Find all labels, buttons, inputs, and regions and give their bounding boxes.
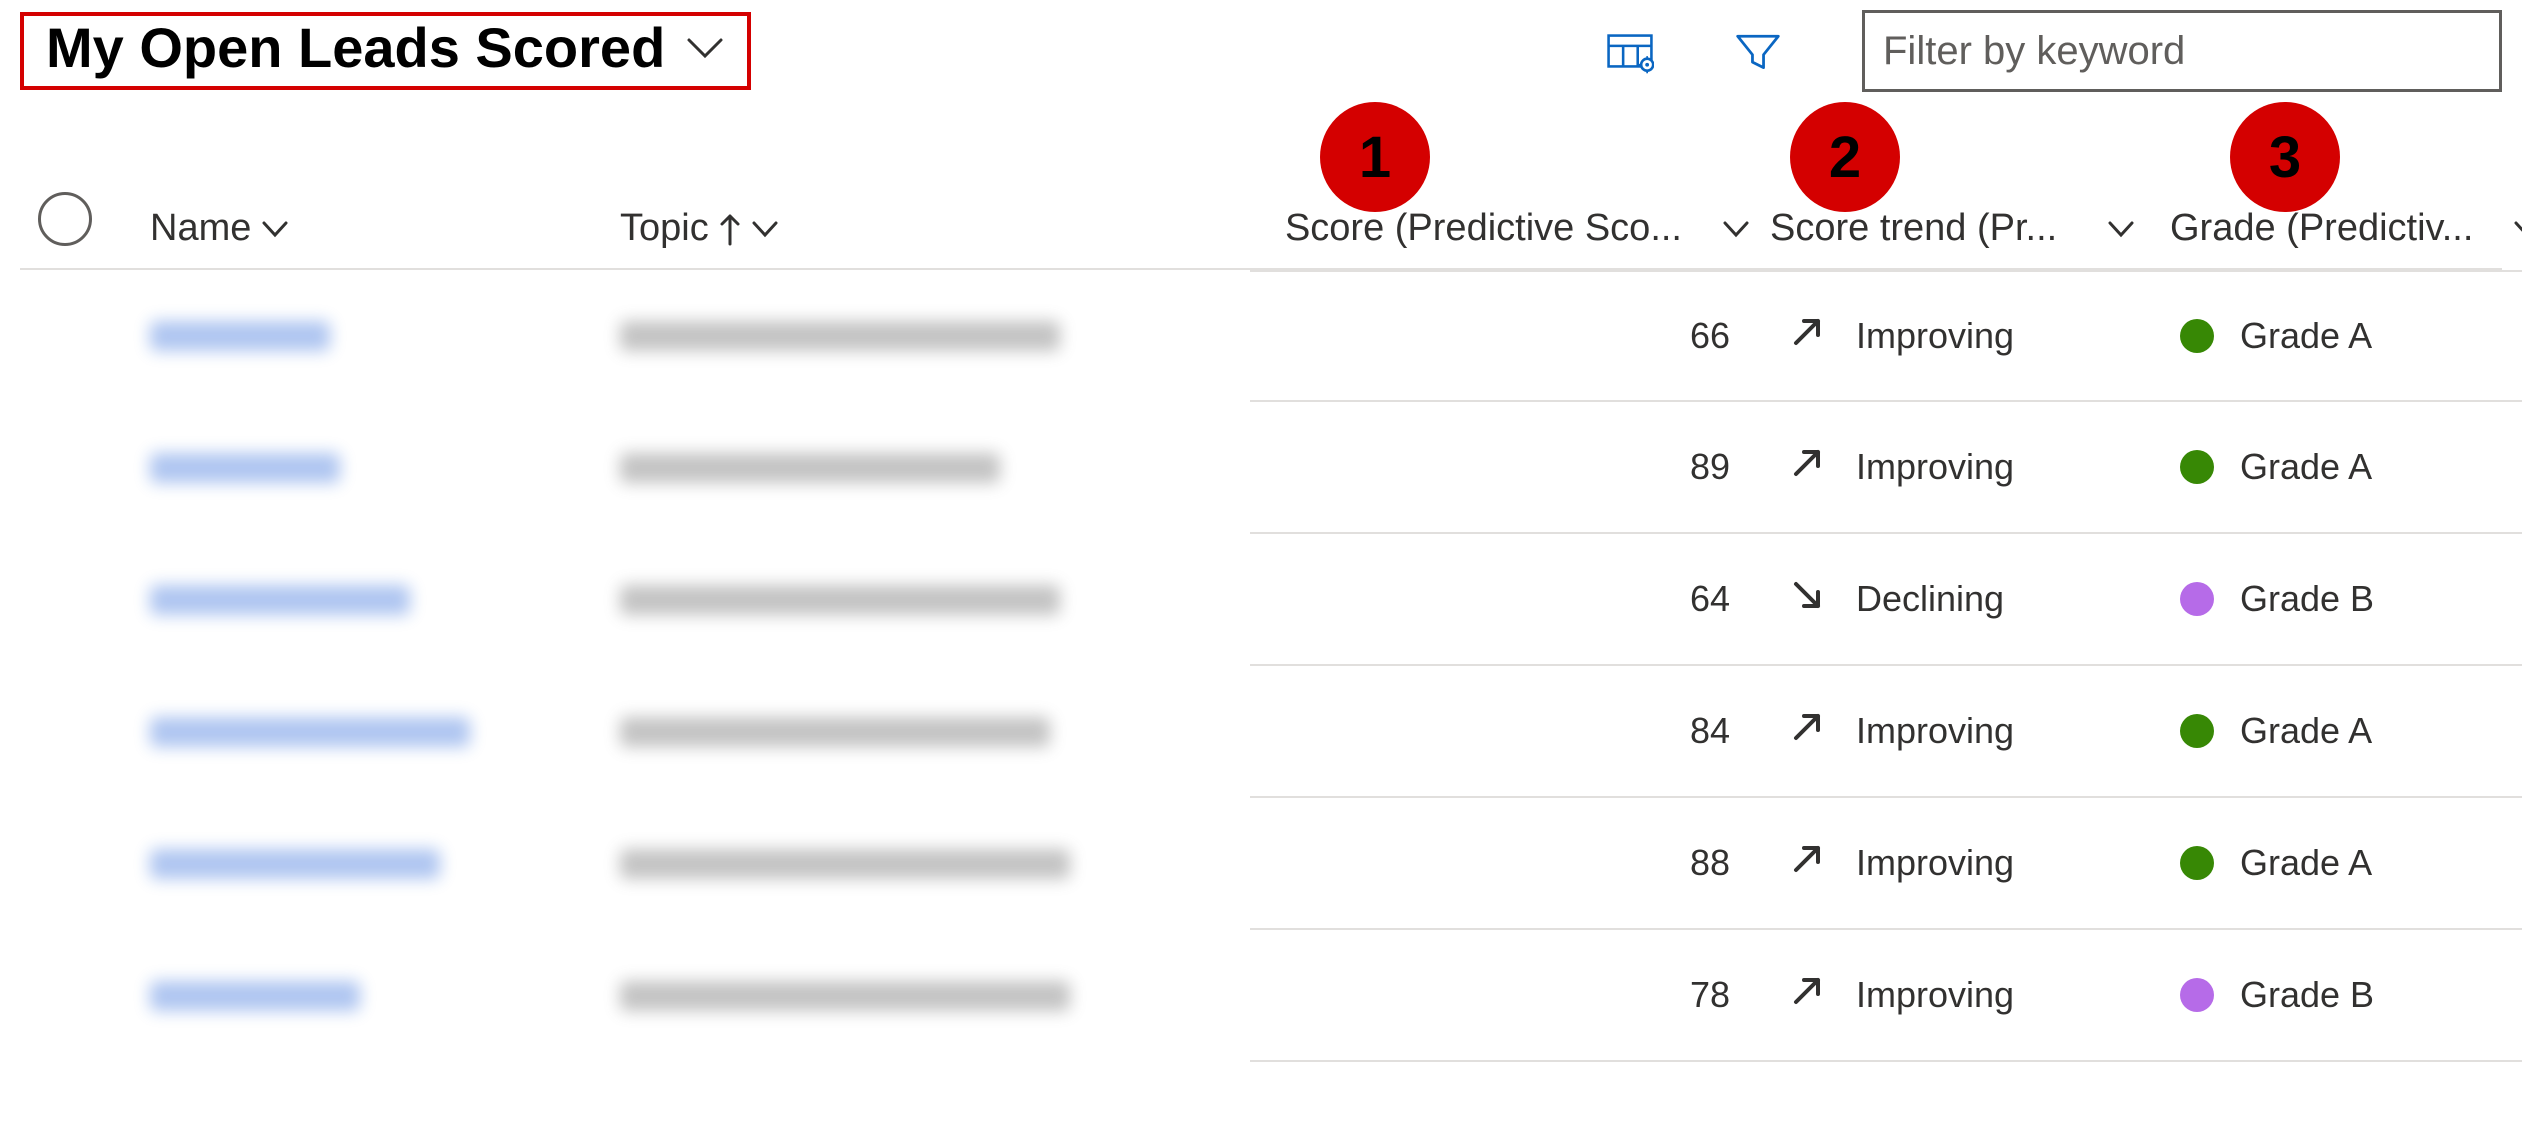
trend-text: Improving — [1856, 446, 2014, 488]
grade-text: Grade B — [2240, 578, 2374, 620]
grade-cell: Grade A — [2170, 666, 2522, 798]
lead-topic-cell — [620, 453, 1250, 483]
grade-cell: Grade A — [2170, 402, 2522, 534]
trend-up-icon — [1790, 974, 1824, 1017]
lead-name-cell[interactable] — [150, 849, 620, 879]
column-header-name[interactable]: Name — [150, 207, 620, 250]
chevron-down-icon — [685, 36, 725, 60]
trend-cell: Improving — [1770, 270, 2170, 402]
table-row[interactable]: 84 Improving Grade A — [20, 666, 2502, 798]
annotation-badge-3: 3 — [2230, 102, 2340, 212]
top-bar: My Open Leads Scored — [20, 10, 2502, 92]
table-row[interactable]: 88 Improving Grade A — [20, 798, 2502, 930]
grade-cell: Grade A — [2170, 798, 2522, 930]
trend-text: Improving — [1856, 710, 2014, 752]
trend-up-icon — [1790, 446, 1824, 489]
trend-text: Improving — [1856, 974, 2014, 1016]
column-label: Score trend (Pr... — [1770, 207, 2057, 250]
grade-cell: Grade B — [2170, 534, 2522, 666]
column-label: Topic — [620, 207, 709, 250]
lead-topic-cell — [620, 321, 1250, 351]
filter-input[interactable] — [1862, 10, 2502, 92]
grade-text: Grade A — [2240, 315, 2372, 357]
chevron-down-icon — [2513, 220, 2522, 238]
column-header-grade[interactable]: Grade (Predictiv... — [2170, 207, 2522, 250]
chevron-down-icon — [1722, 220, 1750, 238]
grade-text: Grade A — [2240, 842, 2372, 884]
grid-header-row: Name Topic Score (Predictive Sco... Scor… — [20, 132, 2502, 270]
select-all-checkbox[interactable] — [38, 192, 92, 246]
score-cell: 78 — [1250, 930, 1770, 1062]
lead-topic-cell — [620, 585, 1250, 615]
lead-topic-cell — [620, 981, 1250, 1011]
select-all-cell[interactable] — [20, 192, 150, 250]
table-row[interactable]: 89 Improving Grade A — [20, 402, 2502, 534]
grade-cell: Grade A — [2170, 270, 2522, 402]
trend-up-icon — [1790, 315, 1824, 358]
lead-topic-cell — [620, 849, 1250, 879]
chevron-down-icon — [261, 220, 289, 238]
chevron-down-icon — [2107, 220, 2135, 238]
view-selector[interactable]: My Open Leads Scored — [20, 12, 751, 90]
trend-cell: Improving — [1770, 798, 2170, 930]
column-options-icon[interactable] — [1606, 27, 1654, 75]
trend-up-icon — [1790, 842, 1824, 885]
trend-up-icon — [1790, 710, 1824, 753]
column-label: Name — [150, 207, 251, 250]
grid-body: 66 Improving Grade A 89 Improving Grade … — [20, 270, 2502, 1062]
grade-dot-icon — [2180, 582, 2214, 616]
trend-down-icon — [1790, 578, 1824, 621]
grid-header-area: 1 2 3 Name Topic Score (Predictive Sco..… — [20, 132, 2502, 270]
grade-text: Grade A — [2240, 446, 2372, 488]
view-title: My Open Leads Scored — [46, 20, 665, 76]
grade-dot-icon — [2180, 978, 2214, 1012]
grade-dot-icon — [2180, 319, 2214, 353]
sort-ascending-icon — [719, 212, 741, 246]
lead-name-cell[interactable] — [150, 321, 620, 351]
lead-name-cell[interactable] — [150, 453, 620, 483]
trend-text: Improving — [1856, 315, 2014, 357]
trend-cell: Improving — [1770, 930, 2170, 1062]
column-header-trend[interactable]: Score trend (Pr... — [1770, 207, 2170, 250]
lead-name-cell[interactable] — [150, 585, 620, 615]
column-header-score[interactable]: Score (Predictive Sco... — [1250, 207, 1770, 250]
trend-cell: Improving — [1770, 402, 2170, 534]
score-cell: 64 — [1250, 534, 1770, 666]
grade-text: Grade A — [2240, 710, 2372, 752]
lead-name-cell[interactable] — [150, 981, 620, 1011]
column-label: Score (Predictive Sco... — [1285, 207, 1682, 250]
score-cell: 66 — [1250, 270, 1770, 402]
lead-name-cell[interactable] — [150, 717, 620, 747]
grade-dot-icon — [2180, 714, 2214, 748]
table-row[interactable]: 66 Improving Grade A — [20, 270, 2502, 402]
grade-cell: Grade B — [2170, 930, 2522, 1062]
annotation-badge-2: 2 — [1790, 102, 1900, 212]
trend-cell: Improving — [1770, 666, 2170, 798]
column-label: Grade (Predictiv... — [2170, 207, 2473, 250]
score-cell: 88 — [1250, 798, 1770, 930]
filter-icon[interactable] — [1734, 27, 1782, 75]
chevron-down-icon — [751, 220, 779, 238]
grade-dot-icon — [2180, 846, 2214, 880]
annotation-badge-1: 1 — [1320, 102, 1430, 212]
score-cell: 89 — [1250, 402, 1770, 534]
trend-cell: Declining — [1770, 534, 2170, 666]
table-row[interactable]: 64 Declining Grade B — [20, 534, 2502, 666]
trend-text: Improving — [1856, 842, 2014, 884]
trend-text: Declining — [1856, 578, 2004, 620]
top-controls — [1606, 10, 2502, 92]
grade-dot-icon — [2180, 450, 2214, 484]
column-header-topic[interactable]: Topic — [620, 207, 1250, 250]
score-cell: 84 — [1250, 666, 1770, 798]
lead-topic-cell — [620, 717, 1250, 747]
table-row[interactable]: 78 Improving Grade B — [20, 930, 2502, 1062]
grade-text: Grade B — [2240, 974, 2374, 1016]
